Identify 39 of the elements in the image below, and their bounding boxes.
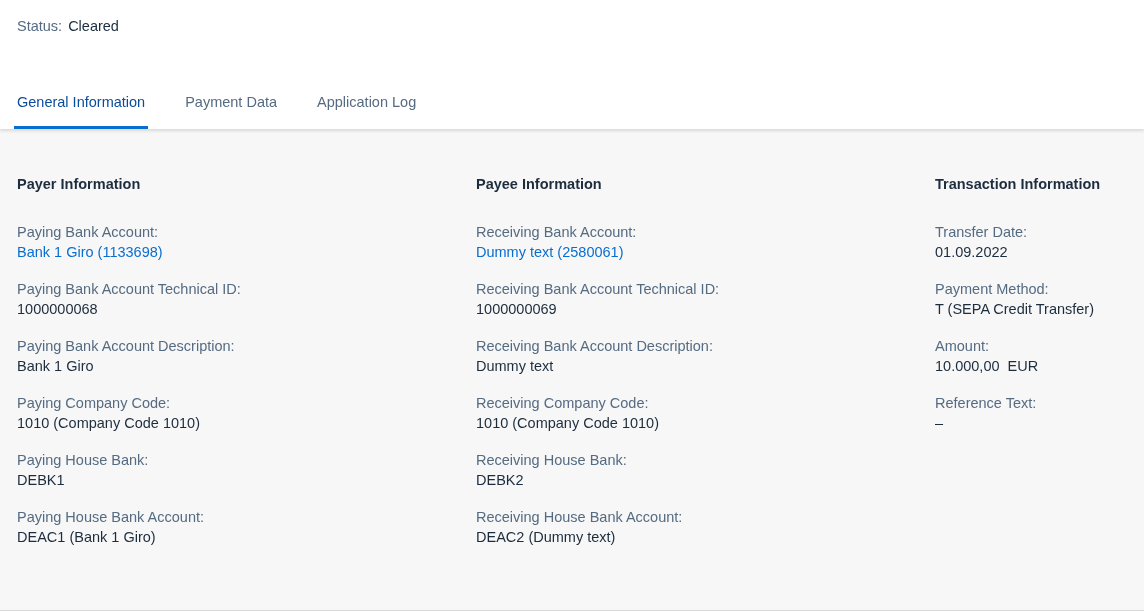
field-label: Reference Text: <box>935 393 1038 413</box>
field-link[interactable]: Dummy text (2580061) <box>476 241 935 262</box>
field-label: Paying House Bank: <box>17 450 150 470</box>
status-label: Status: <box>17 18 63 34</box>
field-value: T (SEPA Credit Transfer) <box>935 299 1095 319</box>
tab[interactable]: Payment Data <box>182 82 281 129</box>
field-label: Receiving Bank Account Technical ID: <box>476 279 721 299</box>
field-value: DEBK1 <box>17 470 66 490</box>
field-link[interactable]: Bank 1 Giro (1133698) <box>17 241 476 262</box>
field-value: 01.09.2022 <box>935 242 1009 262</box>
field-label: Receiving House Bank: <box>476 450 628 470</box>
field-value: Bank 1 Giro <box>17 356 95 376</box>
status-value: Cleared <box>68 18 119 34</box>
field-value: Dummy text <box>476 356 555 376</box>
field-label: Paying Bank Account: <box>17 222 160 242</box>
field-label: Receiving Bank Account Description: <box>476 336 714 356</box>
field-value: 1000000068 <box>17 299 99 319</box>
field-value: DEAC1 (Bank 1 Giro) <box>17 527 157 547</box>
field-value: – <box>935 413 945 433</box>
field-label: Receiving Company Code: <box>476 393 650 413</box>
field-value: 1000000069 <box>476 299 558 319</box>
field-label: Paying Company Code: <box>17 393 172 413</box>
field-label: Paying Bank Account Technical ID: <box>17 279 242 299</box>
field-value: 10.000,00 EUR <box>935 356 1040 376</box>
section-title: Payer Information <box>17 174 142 194</box>
section-title: Transaction Information <box>935 174 1102 194</box>
field-value: 1010 (Company Code 1010) <box>476 413 660 433</box>
field-label: Paying House Bank Account: <box>17 507 205 527</box>
field-label: Amount: <box>935 336 990 356</box>
field-label: Receiving House Bank Account: <box>476 507 684 527</box>
field-label: Payment Method: <box>935 279 1050 299</box>
field-value: DEBK2 <box>476 470 525 490</box>
field-label: Paying Bank Account Description: <box>17 336 236 356</box>
field-label: Receiving Bank Account: <box>476 222 638 242</box>
field-value: 1010 (Company Code 1010) <box>17 413 201 433</box>
tab[interactable]: Application Log <box>314 82 420 129</box>
section-title: Payee Information <box>476 174 603 194</box>
field-value: DEAC2 (Dummy text) <box>476 527 617 547</box>
field-label: Transfer Date: <box>935 222 1029 242</box>
